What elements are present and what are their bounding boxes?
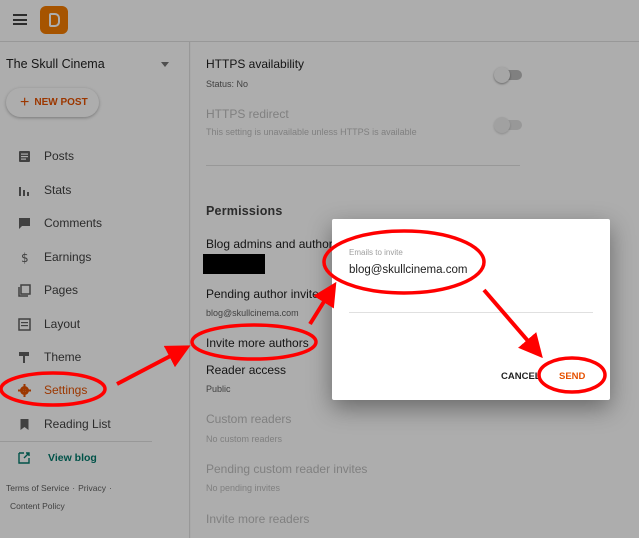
emails-field-label: Emails to invite: [349, 248, 403, 257]
invite-authors-dialog: Emails to invite blog@skullcinema.com CA…: [332, 219, 610, 400]
send-button[interactable]: SEND: [559, 371, 585, 382]
input-underline: [349, 312, 593, 313]
cancel-button[interactable]: CANCEL: [501, 371, 541, 382]
emails-input[interactable]: blog@skullcinema.com: [349, 264, 467, 276]
